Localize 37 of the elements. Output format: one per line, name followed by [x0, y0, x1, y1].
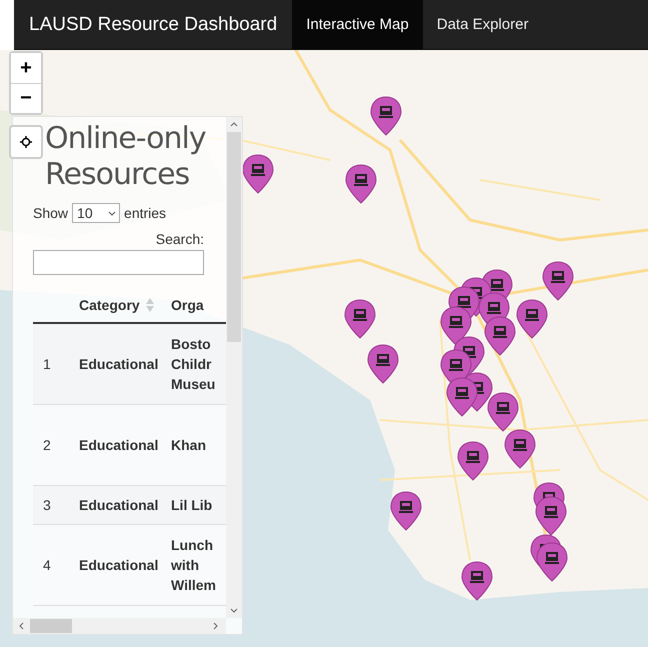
nav-tab[interactable]: Interactive Map [292, 0, 423, 49]
row-number: 3 [42, 497, 52, 513]
search-label: Search: [154, 231, 204, 247]
entries-label: entries [124, 205, 166, 221]
crosshair-icon [20, 136, 32, 148]
show-label: Show [33, 205, 68, 221]
column-header[interactable]: Category [79, 296, 171, 312]
chevron-down-icon [108, 210, 116, 216]
horizontal-scrollbar[interactable] [13, 618, 226, 634]
zoom-out-button[interactable]: − [11, 83, 41, 113]
category-cell-text: Educational [79, 437, 160, 453]
scrollbar-thumb[interactable] [227, 132, 241, 342]
entries-select[interactable]: 10 [72, 203, 120, 223]
app-title: LAUSD Resource Dashboard [28, 12, 278, 36]
category-cell-text: Educational [79, 557, 160, 573]
sort-icon [146, 298, 154, 312]
category-cell-text: Educational [79, 356, 160, 372]
vertical-scrollbar[interactable] [226, 117, 242, 618]
panel-title: Online-only Resources [45, 121, 207, 193]
row-number: 4 [42, 557, 52, 573]
scroll-left-icon [19, 622, 24, 630]
row-number: 2 [42, 437, 52, 453]
organization-cell-text: Bosto Childr Museu [171, 335, 216, 394]
map-pins-drawing[interactable] [242, 96, 574, 600]
scroll-up-icon [230, 122, 238, 127]
locate-button[interactable] [9, 125, 43, 159]
organization-cell-text: Lunch with Willem [171, 536, 217, 595]
scrollbar-thumb[interactable] [30, 619, 72, 633]
organization-cell-text: Khan [171, 436, 207, 455]
category-cell-text: Educational [79, 497, 160, 513]
organization-cell-text: Lil Lib [171, 496, 214, 515]
search-field[interactable] [33, 250, 204, 275]
scroll-right-icon [213, 622, 218, 630]
row-number: 1 [42, 356, 52, 372]
scroll-down-icon [230, 608, 238, 613]
column-header[interactable]: Orga [171, 296, 226, 312]
nav-tab[interactable]: Data Explorer [422, 0, 542, 49]
